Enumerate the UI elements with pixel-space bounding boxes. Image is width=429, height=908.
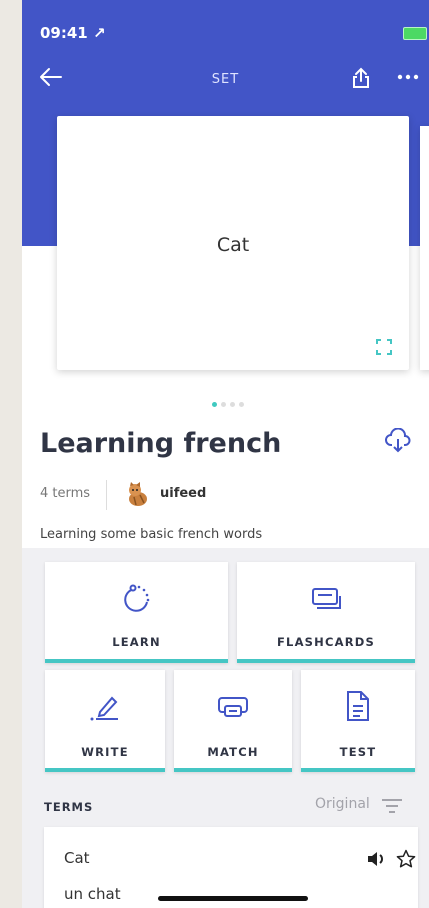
share-icon[interactable]: [349, 66, 373, 90]
learn-mode-button[interactable]: LEARN: [45, 562, 228, 663]
match-icon: [218, 697, 248, 717]
pagination-dot: [221, 402, 226, 407]
write-icon: [90, 696, 118, 721]
test-icon: [347, 691, 369, 721]
pagination-dot: [239, 402, 244, 407]
app-screen: 09:41 ↗ SET Cat Learning french 4 terms: [22, 0, 429, 908]
match-mode-button[interactable]: MATCH: [174, 670, 292, 772]
write-mode-button[interactable]: WRITE: [45, 670, 165, 772]
avatar[interactable]: [124, 481, 150, 507]
learn-icon: [123, 584, 149, 612]
username[interactable]: uifeed: [160, 486, 206, 501]
divider: [106, 480, 107, 510]
test-label: TEST: [339, 745, 377, 759]
test-mode-button[interactable]: TEST: [301, 670, 415, 772]
flashcards-icon: [312, 588, 341, 609]
speaker-icon[interactable]: [366, 851, 386, 867]
term-word: Cat: [64, 849, 90, 867]
pagination-dot-active: [212, 402, 217, 407]
write-label: WRITE: [81, 745, 129, 759]
flashcards-mode-button[interactable]: FLASHCARDS: [237, 562, 415, 663]
flashcard-word: Cat: [216, 234, 250, 256]
terms-count: 4 terms: [40, 486, 91, 501]
flashcard[interactable]: Cat: [57, 116, 409, 370]
term-definition: un chat: [64, 885, 121, 903]
next-flashcard-peek[interactable]: [420, 126, 429, 370]
cloud-download-icon[interactable]: [385, 428, 411, 454]
expand-icon[interactable]: [375, 338, 393, 356]
status-time: 09:41 ↗: [40, 24, 106, 42]
terms-header: TERMS: [44, 800, 94, 814]
more-options-icon[interactable]: [397, 72, 419, 82]
sort-selector[interactable]: Original: [315, 796, 370, 812]
set-title: Learning french: [40, 428, 282, 459]
set-description: Learning some basic french words: [40, 527, 263, 542]
match-label: MATCH: [207, 745, 259, 759]
battery-icon: [403, 27, 427, 40]
card-pagination: [212, 392, 248, 407]
sort-icon[interactable]: [381, 798, 403, 814]
home-indicator: [158, 896, 308, 901]
flashcards-label: FLASHCARDS: [276, 635, 375, 649]
learn-label: LEARN: [112, 635, 161, 649]
pagination-dot: [230, 402, 235, 407]
star-icon[interactable]: [396, 849, 416, 869]
